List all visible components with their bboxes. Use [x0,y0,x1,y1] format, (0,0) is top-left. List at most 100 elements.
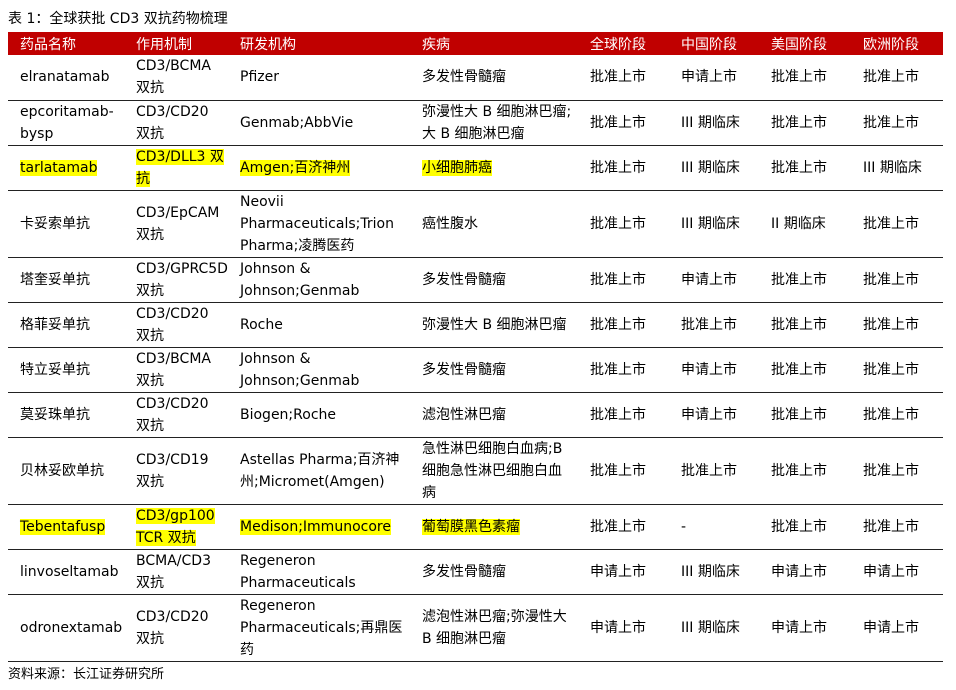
cell-text: 申请上市 [590,563,646,580]
cell-disease: 滤泡性淋巴瘤 [410,392,578,438]
cell-text: 批准上市 [590,462,646,479]
cell-text: 批准上市 [590,69,646,86]
cell-china-stage: III 期临床 [669,190,759,258]
cell-mechanism: CD3/CD20 双抗 [124,594,228,662]
cell-text: 特立妥单抗 [20,361,90,378]
cell-text: 贝林妥欧单抗 [20,462,104,479]
cell-text: 弥漫性大 B 细胞淋巴瘤;大 B 细胞淋巴瘤 [422,103,572,142]
cell-text: tarlatamab [20,159,98,176]
cell-drug-name: odronextamab [8,594,124,662]
cell-text: 申请上市 [771,619,827,636]
cell-text: Johnson & Johnson;Genmab [240,350,360,389]
cell-text: 批准上市 [681,316,737,333]
cell-text: CD3/gp100 TCR 双抗 [136,507,215,546]
cell-text: Johnson & Johnson;Genmab [240,260,360,299]
cell-eu-stage: 批准上市 [851,190,943,258]
cell-text: 卡妥索单抗 [20,215,90,232]
cell-text: 批准上市 [863,518,919,535]
cell-drug-name: epcoritamab-bysp [8,100,124,146]
cell-text: 批准上市 [590,114,646,131]
table-row: 格菲妥单抗 CD3/CD20 双抗 Roche 弥漫性大 B 细胞淋巴瘤 批准上市 批准上… [8,302,943,348]
cell-mechanism: CD3/GPRC5D 双抗 [124,257,228,303]
cell-eu-stage: 批准上市 [851,437,943,505]
cell-disease: 多发性骨髓瘤 [410,257,578,303]
cell-eu-stage: 批准上市 [851,100,943,146]
cell-drug-name: 格菲妥单抗 [8,302,124,348]
cell-us-stage: 批准上市 [759,257,851,303]
cell-us-stage: 批准上市 [759,504,851,550]
cell-text: III 期临床 [863,159,922,176]
cell-mechanism: BCMA/CD3 双抗 [124,549,228,595]
cell-global-stage: 批准上市 [578,145,669,191]
cell-mechanism: CD3/DLL3 双抗 [124,145,228,191]
cell-text: 批准上市 [590,215,646,232]
cell-text: CD3/DLL3 双抗 [136,148,224,187]
cell-text: Astellas Pharma;百济神州;Micromet(Amgen) [240,451,400,490]
cell-text: linvoseltamab [20,563,119,580]
table-caption: 表 1：全球获批 CD3 双抗药物梳理 [8,11,228,27]
cell-china-stage: 批准上市 [669,302,759,348]
cell-text: BCMA/CD3 双抗 [136,552,211,591]
column-header-mechanism: 作用机制 [124,32,228,55]
cell-mechanism: CD3/EpCAM 双抗 [124,190,228,258]
table-row: tarlatamab CD3/DLL3 双抗 Amgen;百济神州 小细胞肺癌 批准上市… [8,145,943,191]
cell-developer: Regeneron Pharmaceuticals [228,549,410,595]
cell-text: 格菲妥单抗 [20,316,90,333]
cell-text: II 期临床 [771,215,826,232]
cell-developer: Medison;Immunocore [228,504,410,550]
cell-global-stage: 批准上市 [578,190,669,258]
cell-disease: 小细胞肺癌 [410,145,578,191]
cell-text: 多发性骨髓瘤 [422,69,506,86]
cell-text: Genmab;AbbVie [240,114,354,131]
cell-mechanism: CD3/CD20 双抗 [124,392,228,438]
cell-developer: Genmab;AbbVie [228,100,410,146]
cell-text: 批准上市 [771,406,827,423]
cell-text: 批准上市 [863,406,919,423]
cell-text: Medison;Immunocore [240,518,391,535]
cell-developer: Amgen;百济神州 [228,145,410,191]
cell-eu-stage: 申请上市 [851,549,943,595]
cell-us-stage: II 期临床 [759,190,851,258]
cell-disease: 癌性腹水 [410,190,578,258]
cell-text: 癌性腹水 [422,215,478,232]
cell-text: 批准上市 [590,518,646,535]
cell-text: 批准上市 [863,215,919,232]
cell-eu-stage: 批准上市 [851,347,943,393]
cell-global-stage: 批准上市 [578,100,669,146]
cell-text: 批准上市 [863,316,919,333]
cell-text: 葡萄膜黑色素瘤 [422,518,520,535]
cell-drug-name: 卡妥索单抗 [8,190,124,258]
cell-text: Regeneron Pharmaceuticals [240,552,356,591]
cell-us-stage: 批准上市 [759,392,851,438]
cell-mechanism: CD3/gp100 TCR 双抗 [124,504,228,550]
cell-us-stage: 批准上市 [759,55,851,101]
cell-text: CD3/CD20 双抗 [136,395,209,434]
cell-text: 申请上市 [681,69,737,86]
column-header-us-stage: 美国阶段 [759,32,851,55]
cell-disease: 急性淋巴细胞白血病;B 细胞急性淋巴细胞白血病 [410,437,578,505]
cell-text: CD3/CD20 双抗 [136,103,209,142]
table-body: elranatamab CD3/BCMA 双抗 Pfizer 多发性骨髓瘤 批准上市 申请… [8,55,943,662]
cell-text: 批准上市 [590,316,646,333]
cell-global-stage: 批准上市 [578,302,669,348]
cell-drug-name: tarlatamab [8,145,124,191]
cell-text: 滤泡性淋巴瘤;弥漫性大 B 细胞淋巴瘤 [422,608,567,647]
cell-china-stage: - [669,504,759,550]
table-row: elranatamab CD3/BCMA 双抗 Pfizer 多发性骨髓瘤 批准上市 申请… [8,55,943,101]
cell-china-stage: 批准上市 [669,437,759,505]
cell-text: CD3/GPRC5D 双抗 [136,260,228,299]
cell-text: CD3/BCMA 双抗 [136,350,211,389]
cell-text: 申请上市 [863,619,919,636]
cell-developer: Neovii Pharmaceuticals;Trion Pharma;凌腾医药 [228,190,410,258]
cell-text: 批准上市 [863,462,919,479]
cell-eu-stage: 批准上市 [851,257,943,303]
cell-developer: Biogen;Roche [228,392,410,438]
cell-china-stage: III 期临床 [669,100,759,146]
cell-text: 批准上市 [863,361,919,378]
cell-text: Neovii Pharmaceuticals;Trion Pharma;凌腾医药 [240,193,394,254]
table-row: linvoseltamab BCMA/CD3 双抗 Regeneron Pharma… [8,549,943,595]
header-row: 药品名称 作用机制 研发机构 疾病 全球阶段 中国阶段 美国阶段 欧洲阶段 [8,32,943,55]
cell-eu-stage: 批准上市 [851,55,943,101]
cell-global-stage: 批准上市 [578,347,669,393]
cell-text: 批准上市 [681,462,737,479]
